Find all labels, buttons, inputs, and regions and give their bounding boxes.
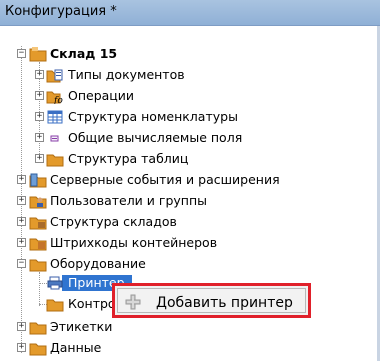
tree-node-label: Оборудование	[50, 256, 146, 271]
tree-node-nomenclature-structure[interactable]: + Структура номенклатуры	[0, 107, 380, 127]
tree-node-label: Пользователи и группы	[50, 193, 207, 208]
expand-toggle[interactable]: +	[35, 133, 44, 142]
operation-icon: fo	[46, 91, 63, 104]
tree-node-label: Типы документов	[68, 67, 185, 82]
expand-toggle[interactable]: +	[17, 238, 26, 247]
context-menu: Добавить принтер	[112, 283, 311, 318]
tree-node-label: Операции	[68, 88, 135, 103]
add-printer-label: Добавить принтер	[156, 295, 293, 311]
svg-text:fo: fo	[53, 96, 63, 104]
printer-icon	[47, 276, 63, 290]
document-icon	[46, 69, 63, 83]
tree-node-equipment[interactable]: − Оборудование	[0, 254, 380, 274]
tree-node-document-types[interactable]: + Типы документов	[0, 65, 380, 85]
folder-icon	[46, 154, 64, 167]
expand-toggle[interactable]: +	[35, 91, 44, 100]
folder-icon	[29, 238, 47, 251]
tree-node-warehouse-structure[interactable]: + Структура складов	[0, 212, 380, 232]
expand-toggle[interactable]: +	[35, 70, 44, 79]
collapse-toggle[interactable]: −	[17, 259, 26, 268]
add-printer-menu-item[interactable]: Добавить принтер	[117, 288, 306, 313]
server-icon	[29, 173, 47, 188]
tree-node-data[interactable]: + Данные	[0, 338, 380, 358]
collapse-toggle[interactable]: −	[17, 49, 26, 58]
tree-node-labels[interactable]: + Этикетки	[0, 317, 380, 337]
controller-icon	[46, 299, 64, 312]
expand-toggle[interactable]: +	[35, 112, 44, 121]
folder-icon	[29, 217, 47, 230]
tree-node-server-events[interactable]: + Серверные события и расширения	[0, 170, 380, 190]
expand-toggle[interactable]: +	[17, 322, 26, 331]
tree-node-root[interactable]: − Склад 15	[0, 44, 380, 64]
tree-node-label: Этикетки	[50, 319, 113, 334]
tree-node-label: Данные	[50, 340, 102, 355]
tree-node-operations[interactable]: + fo Операции	[0, 86, 380, 106]
folder-icon	[29, 343, 47, 356]
folder-icon	[29, 47, 47, 62]
folder-icon	[29, 322, 47, 335]
expand-toggle[interactable]: +	[35, 154, 44, 163]
tree-node-label: Структура номенклатуры	[68, 109, 238, 124]
tree-node-container-barcodes[interactable]: + Штрихкоды контейнеров	[0, 233, 380, 253]
window-title: Конфигурация *	[5, 4, 117, 19]
folder-icon	[29, 259, 47, 272]
expand-toggle[interactable]: +	[17, 175, 26, 184]
users-icon	[29, 196, 47, 209]
tree-node-common-fields[interactable]: + Общие вычисляемые поля	[0, 128, 380, 148]
expand-toggle[interactable]: +	[17, 343, 26, 352]
tree-node-label: Серверные события и расширения	[50, 172, 280, 187]
expand-toggle[interactable]: +	[17, 217, 26, 226]
tree-node-table-structure[interactable]: + Структура таблиц	[0, 149, 380, 169]
field-icon	[50, 135, 59, 142]
plus-icon	[125, 294, 141, 310]
tree-node-label: Штрихкоды контейнеров	[50, 235, 218, 250]
table-icon	[47, 110, 63, 124]
tree-node-label: Общие вычисляемые поля	[68, 130, 243, 145]
tree-node-label: Структура складов	[50, 214, 177, 229]
window-titlebar: Конфигурация *	[0, 0, 380, 26]
tree-node-label: Структура таблиц	[68, 151, 189, 166]
tree-node-label: Склад 15	[50, 46, 118, 61]
tree-node-users-groups[interactable]: + Пользователи и группы	[0, 191, 380, 211]
expand-toggle[interactable]: +	[17, 196, 26, 205]
